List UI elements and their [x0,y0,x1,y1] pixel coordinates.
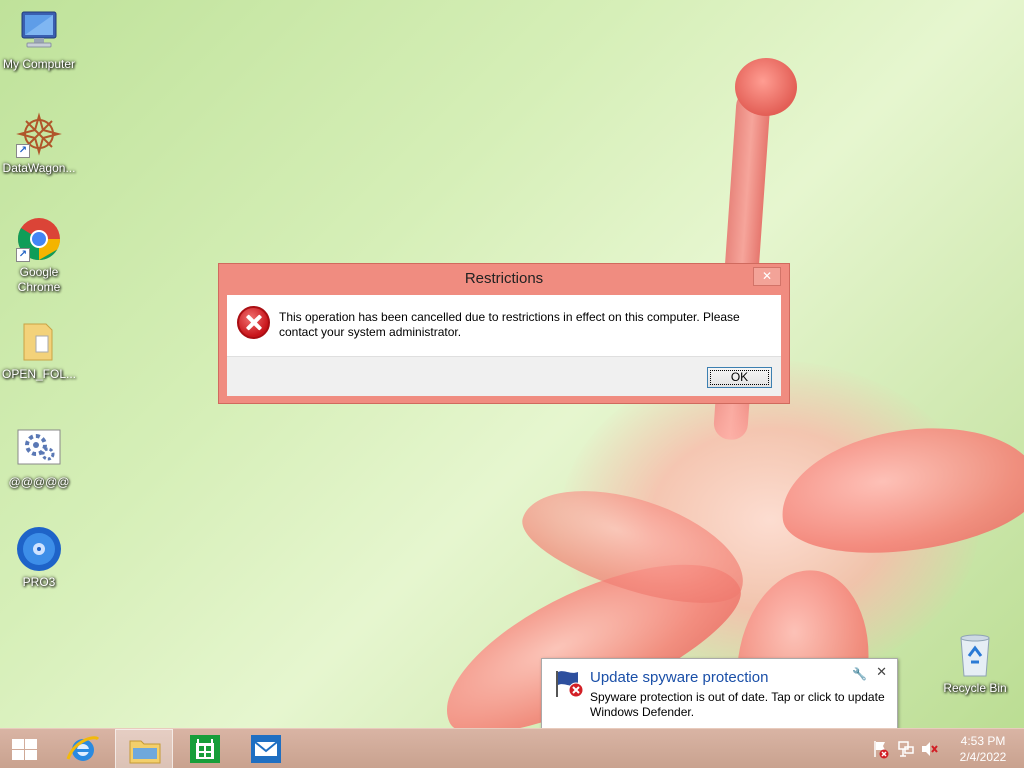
disc-icon [16,526,62,572]
desktop-icon-label: My Computer [2,57,76,71]
desktop-icon-label: DataWagon... [2,161,76,175]
folder-icon [16,318,62,364]
taskbar-app-store[interactable] [176,729,234,768]
wrench-icon[interactable]: 🔧 [852,667,867,681]
desktop-icon-my-computer[interactable]: My Computer [0,8,78,72]
recycle-bin-icon [952,632,998,678]
desktop-icon-recycle-bin[interactable]: Recycle Bin [936,632,1014,696]
windows-logo-icon [12,739,38,760]
desktop-icon-settings-file[interactable]: @@@@@ [0,426,78,490]
restrictions-dialog: Restrictions ✕ This operation has been c… [218,263,790,404]
flower-petal [772,412,1024,568]
ok-button[interactable]: OK [707,367,772,388]
desktop-icon-open-folder[interactable]: OPEN_FOL... [0,318,78,382]
desktop-icon-google-chrome[interactable]: ↗ Google Chrome [0,216,78,295]
volume-muted-icon[interactable] [920,729,940,768]
file-explorer-icon [128,735,162,768]
network-icon[interactable] [896,729,916,768]
dialog-body: This operation has been cancelled due to… [227,295,781,356]
desktop-icon-label: Recycle Bin [943,681,1007,695]
store-icon [189,734,221,768]
ie-icon [66,733,100,768]
desktop-icon-label: @@@@@ [8,475,70,489]
defender-flag-icon [554,669,586,699]
mail-icon [250,734,282,768]
flower-stigma [735,58,797,116]
settings-file-icon [16,426,62,472]
desktop-icon-label: OPEN_FOL... [1,367,77,381]
notification-close-button[interactable]: ✕ [876,665,887,680]
desktop-icon-label: Google Chrome [17,265,61,294]
notification-text: Spyware protection is out of date. Tap o… [590,690,885,719]
taskbar-app-mail[interactable] [237,729,295,768]
taskbar: 4:53 PM 2/4/2022 [0,728,1024,768]
dialog-close-button[interactable]: ✕ [753,267,781,286]
shortcut-arrow-icon: ↗ [16,144,30,158]
clock-date: 2/4/2022 [959,750,1007,764]
desktop-icon-datawagon[interactable]: ↗ DataWagon... [0,112,78,176]
taskbar-app-file-explorer[interactable] [115,729,173,768]
flower-petal [511,466,759,624]
computer-icon [16,8,62,54]
action-center-icon[interactable] [870,729,890,768]
dialog-footer: OK [227,356,781,396]
shortcut-arrow-icon: ↗ [16,248,30,262]
chrome-icon: ↗ [16,216,62,262]
taskbar-app-internet-explorer[interactable] [54,729,112,768]
dialog-title: Restrictions [464,270,544,287]
dialog-message: This operation has been cancelled due to… [279,310,740,339]
start-button[interactable] [0,729,50,768]
defender-notification[interactable]: Update spyware protection Spyware protec… [541,658,898,730]
clock-time: 4:53 PM [960,734,1006,748]
notification-title: Update spyware protection [590,669,769,686]
desktop-icon-label: PRO3 [22,575,56,589]
taskbar-clock[interactable]: 4:53 PM 2/4/2022 [948,733,1018,765]
desktop-icon-pro3[interactable]: PRO3 [0,526,78,590]
flower-bloom [560,360,980,680]
datawagon-icon: ↗ [16,112,62,158]
error-icon [237,306,270,339]
